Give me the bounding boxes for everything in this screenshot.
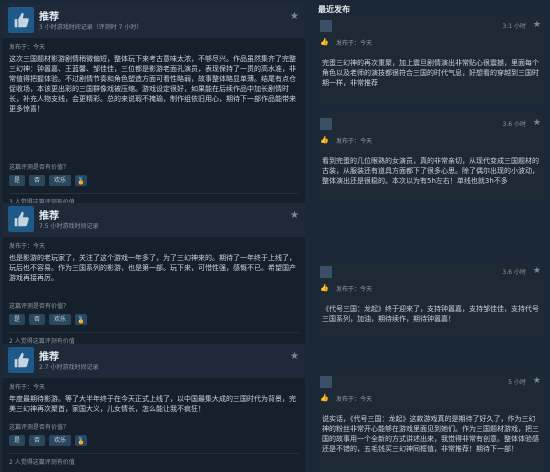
helpful-count: 2 人觉得这篇评测有价值 xyxy=(9,453,299,466)
recent-review-card: 3.1 小时 ★ 👍 发布于：今天 完蛋三幻神的再次重聚，加上震旦剧情演出非常贴… xyxy=(316,16,548,104)
vote-no-button[interactable]: 否 xyxy=(29,314,46,325)
recent-review-card: 3.6 小时 ★ 👍 发布于：今天 《代号三国：龙起》终于迎来了，支持钟嚣嘉，支… xyxy=(316,262,548,340)
review-text: 说实话，《代号三国：龙起》这款游戏真的是期待了好久了，作为三幻神的粉丝非常开心能… xyxy=(322,415,539,453)
award-star-icon[interactable]: ★ xyxy=(533,376,541,386)
avatar[interactable] xyxy=(320,118,332,130)
post-date: 发布于：今天 xyxy=(336,396,373,403)
award-star-icon[interactable]: ★ xyxy=(533,118,541,128)
review-text: 看到完蛋的几位眼熟的女演员，真的非常亲切，从现代变成三国题材的古装，从服装还有道… xyxy=(322,157,539,185)
review-header: 推荐 2.7 小时游戏时间记录 ★ xyxy=(3,344,305,378)
review-card: 推荐 2.7 小时游戏时间记录 ★ 发布于：今天 年度最期待影游。等了大半年终于… xyxy=(3,344,305,472)
vote-yes-button[interactable]: 是 xyxy=(9,175,26,186)
thumbs-up-icon: 👍 xyxy=(320,136,329,144)
review-verdict: 推荐 xyxy=(39,352,59,363)
review-card: 推荐 3 小时游戏时间记录（评测时 7 小时） ★ 发布于：今天 这次三国题材影… xyxy=(3,4,305,212)
award-star-icon[interactable]: ★ xyxy=(290,351,299,362)
review-hours: 3 小时游戏时间记录（评测时 7 小时） xyxy=(39,24,143,31)
vote-funny-button[interactable]: 欢乐 xyxy=(49,314,72,325)
review-date: 发布于：今天 xyxy=(9,384,46,391)
review-header: 推荐 3 小时游戏时间记录（评测时 7 小时） ★ xyxy=(3,4,305,38)
review-hours: 2.7 小时游戏时间记录 xyxy=(39,364,99,371)
vote-no-button[interactable]: 否 xyxy=(29,175,46,186)
panel-title: 最近发布 xyxy=(318,5,350,14)
review-date: 发布于：今天 xyxy=(9,44,46,51)
post-date: 发布于：今天 xyxy=(336,40,373,47)
review-card: 推荐 7.5 小时游戏时间记录 ★ 发布于：今天 也是影游的老玩家了，关注了这个… xyxy=(3,203,305,351)
recent-review-card: 3.6 小时 ★ 👍 发布于：今天 看到完蛋的几位眼熟的女演员，真的非常亲切，从… xyxy=(316,114,548,202)
review-text: 完蛋三幻神的再次重聚，加上震旦剧情演出非常贴心很震撼，里面每个角色以及老师的演技… xyxy=(322,59,539,87)
avatar[interactable] xyxy=(320,20,332,32)
recent-review-card: 5 小时 ★ 👍 发布于：今天 说实话，《代号三国：龙起》这款游戏真的是期待了好… xyxy=(316,372,548,470)
recent-posts-panel: 最近发布 3.1 小时 ★ 👍 发布于：今天 完蛋三幻神的再次重聚，加上震旦剧情… xyxy=(312,0,550,470)
thumbs-up-icon: 👍 xyxy=(320,394,329,402)
award-icon[interactable]: 🏅 xyxy=(75,175,88,186)
review-date: 发布于：今天 xyxy=(9,243,46,250)
vote-funny-button[interactable]: 欢乐 xyxy=(49,175,72,186)
review-header: 推荐 7.5 小时游戏时间记录 ★ xyxy=(3,203,305,237)
award-star-icon[interactable]: ★ xyxy=(533,20,541,30)
vote-yes-button[interactable]: 是 xyxy=(9,314,26,325)
award-icon[interactable]: 🏅 xyxy=(75,314,88,325)
review-text: 也是影游的老玩家了，关注了这个游戏一年多了，为了三幻神来的。期待了一年终于上线了… xyxy=(9,254,296,282)
thumbs-up-icon xyxy=(8,347,34,373)
playtime: 3.1 小时 xyxy=(502,23,526,30)
avatar[interactable] xyxy=(320,266,332,278)
thumbs-up-icon: 👍 xyxy=(320,38,329,46)
post-date: 发布于：今天 xyxy=(336,286,373,293)
review-verdict: 推荐 xyxy=(39,211,59,222)
review-verdict: 推荐 xyxy=(39,12,59,23)
playtime: 5 小时 xyxy=(508,379,526,386)
thumbs-up-icon xyxy=(8,7,34,33)
thumbs-up-icon xyxy=(8,206,34,232)
award-star-icon[interactable]: ★ xyxy=(290,210,299,221)
playtime: 3.6 小时 xyxy=(502,121,526,128)
vote-funny-button[interactable]: 欢乐 xyxy=(49,435,72,446)
award-star-icon[interactable]: ★ xyxy=(290,11,299,22)
review-text: 这次三国题材影游剧情稍微偏短，整体玩下来考古意味太浓，不够尽兴。作品虽然集齐了完… xyxy=(9,55,296,113)
helpful-question: 这篇评测是否有价值？ xyxy=(9,303,70,310)
helpful-question: 这篇评测是否有价值？ xyxy=(9,424,70,431)
vote-yes-button[interactable]: 是 xyxy=(9,435,26,446)
avatar[interactable] xyxy=(320,376,332,388)
vote-no-button[interactable]: 否 xyxy=(29,435,46,446)
review-list: 推荐 3 小时游戏时间记录（评测时 7 小时） ★ 发布于：今天 这次三国题材影… xyxy=(0,0,305,472)
review-hours: 7.5 小时游戏时间记录 xyxy=(39,223,99,230)
award-star-icon[interactable]: ★ xyxy=(533,266,541,276)
helpful-question: 这篇评测是否有价值？ xyxy=(9,164,70,171)
thumbs-up-icon: 👍 xyxy=(320,284,329,292)
review-text: 《代号三国：龙起》终于迎来了，支持钟嚣嘉，支持邹佳佳，支持代号三国系列，加油，期… xyxy=(322,305,539,323)
playtime: 3.6 小时 xyxy=(502,269,526,276)
post-date: 发布于：今天 xyxy=(336,138,373,145)
award-icon[interactable]: 🏅 xyxy=(75,435,88,446)
review-text: 年度最期待影游。等了大半年终于在今天正式上线了，以中国最集大成的三国时代为背景，… xyxy=(9,395,296,413)
